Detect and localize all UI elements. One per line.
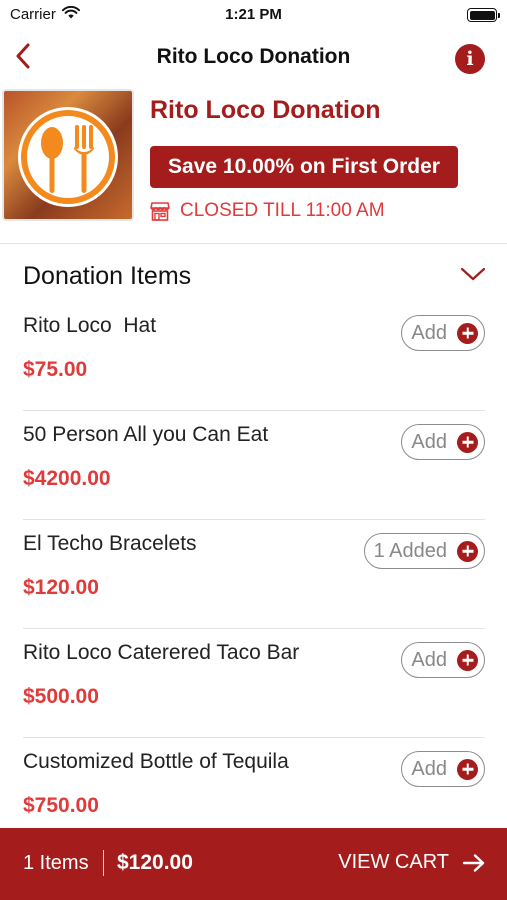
add-button-label: Add	[411, 757, 447, 780]
item-name: Rito Loco Caterered Taco Bar	[23, 641, 300, 664]
status-time: 1:21 PM	[225, 6, 282, 23]
item-price: $750.00	[23, 794, 99, 817]
store-header: Rito Loco Donation Save 10.00% on First …	[0, 84, 507, 244]
item-price: $75.00	[23, 358, 88, 381]
arrow-right-icon	[463, 853, 485, 872]
item-price: $4200.00	[23, 467, 111, 490]
list-item: Rito Loco Hat $75.00 Add	[23, 302, 485, 411]
cart-total: $120.00	[117, 851, 193, 874]
list-item: El Techo Bracelets $120.00 1 Added	[23, 520, 485, 629]
list-item: 50 Person All you Can Eat $4200.00 Add	[23, 411, 485, 520]
item-name: Rito Loco Hat	[23, 314, 157, 337]
plus-icon	[457, 431, 478, 453]
status-bar: Carrier 1:21 PM	[0, 0, 507, 32]
store-status: CLOSED TILL 11:00 AM	[150, 200, 385, 222]
plus-icon	[457, 758, 478, 780]
plus-icon	[457, 322, 478, 344]
plus-icon	[457, 649, 478, 671]
chevron-down-icon	[460, 266, 486, 287]
added-button[interactable]: 1 Added	[363, 533, 485, 569]
store-name: Rito Loco Donation	[150, 96, 381, 124]
donation-items-section-header: Donation Items	[0, 256, 507, 298]
section-title: Donation Items	[23, 262, 192, 290]
item-price: $500.00	[23, 685, 99, 708]
cart-divider	[103, 850, 104, 876]
add-button-label: Add	[411, 321, 447, 344]
battery-icon	[467, 8, 500, 22]
donation-item-list: Rito Loco Hat $75.00 Add 50 Person All y…	[0, 302, 507, 847]
store-logo	[2, 89, 134, 221]
view-cart-bar[interactable]: 1 Items $120.00 VIEW CART	[0, 828, 507, 900]
collapse-toggle[interactable]	[459, 264, 487, 288]
view-cart-label: VIEW CART	[338, 851, 449, 873]
list-item: Rito Loco Caterered Taco Bar $500.00 Add	[23, 629, 485, 738]
add-button[interactable]: Add	[401, 424, 485, 460]
back-button[interactable]	[8, 42, 38, 74]
chevron-left-icon	[15, 43, 31, 74]
page-title: Rito Loco Donation	[156, 45, 351, 68]
cart-item-count: 1 Items	[23, 852, 89, 874]
add-button-label: Add	[411, 430, 447, 453]
info-button[interactable]: i	[455, 44, 485, 74]
add-button[interactable]: Add	[401, 642, 485, 678]
item-name: Customized Bottle of Tequila	[23, 750, 289, 773]
navigation-bar: Rito Loco Donation i	[0, 32, 507, 84]
item-name: 50 Person All you Can Eat	[23, 423, 269, 446]
add-button[interactable]: Add	[401, 315, 485, 351]
add-button-label: 1 Added	[373, 539, 447, 562]
promo-badge: Save 10.00% on First Order	[150, 146, 458, 188]
plus-icon	[457, 540, 478, 562]
item-name: El Techo Bracelets	[23, 532, 197, 555]
store-status-label: CLOSED TILL 11:00 AM	[180, 200, 385, 221]
item-price: $120.00	[23, 576, 99, 599]
view-cart-button[interactable]: VIEW CART	[338, 851, 485, 874]
store-icon	[150, 201, 170, 221]
add-button[interactable]: Add	[401, 751, 485, 787]
info-icon: i	[466, 48, 474, 70]
add-button-label: Add	[411, 648, 447, 671]
